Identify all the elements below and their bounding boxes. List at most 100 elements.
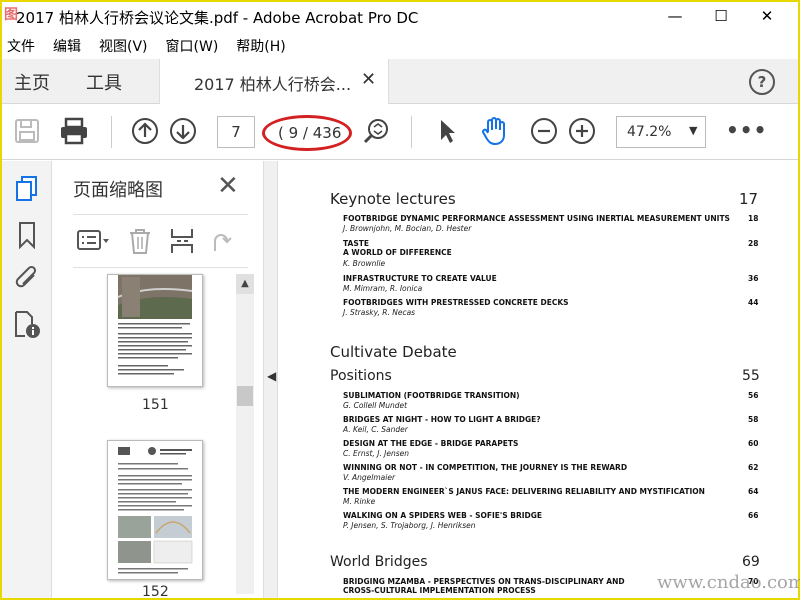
tab-bar: 主页 工具 2017 柏林人行桥会... ✕ ?: [2, 59, 798, 104]
chevron-left-icon: ◀: [267, 369, 277, 383]
entry-page: 18: [748, 214, 759, 223]
zoom-out-icon[interactable]: [529, 116, 559, 146]
entry-page: 28: [748, 239, 759, 248]
attachments-icon[interactable]: [11, 263, 43, 295]
next-page-icon[interactable]: [168, 116, 198, 146]
entry-authors: M. Mimram, R. Ionica: [343, 284, 423, 293]
tab-document[interactable]: 2017 柏林人行桥会... ✕: [159, 59, 389, 104]
help-icon[interactable]: ?: [749, 69, 775, 95]
entry-authors: J. Strasky, R. Necas: [343, 308, 416, 317]
hand-tool-icon[interactable]: [479, 116, 509, 146]
entry-title-line2: A WORLD OF DIFFERENCE: [343, 248, 452, 257]
select-cursor-icon[interactable]: [432, 116, 462, 146]
tab-home[interactable]: 主页: [14, 69, 50, 95]
entry-page: 58: [748, 415, 759, 424]
entry-page: 66: [748, 511, 759, 520]
close-window-button[interactable]: ✕: [744, 2, 790, 30]
maximize-button[interactable]: ☐: [698, 2, 744, 30]
page-thumbnail[interactable]: [107, 274, 203, 387]
section-page: 69: [742, 554, 760, 570]
entry-page: 44: [748, 298, 759, 307]
scrollbar-thumb[interactable]: [237, 386, 253, 406]
entry-page: 60: [748, 439, 759, 448]
section-page: 17: [739, 190, 759, 208]
rotate-page-icon[interactable]: [209, 229, 233, 259]
page-thumbnail-number: 152: [142, 584, 169, 600]
print-icon[interactable]: [59, 116, 89, 146]
entry-page: 36: [748, 274, 759, 283]
entry-title: TASTE: [343, 239, 369, 248]
scroll-up-arrow[interactable]: ▲: [236, 274, 254, 294]
menu-edit[interactable]: 编辑: [53, 36, 81, 56]
entry-authors: V. Angelmaier: [343, 473, 396, 482]
menu-view[interactable]: 视图(V): [99, 36, 148, 56]
zoom-in-icon[interactable]: [567, 116, 597, 146]
close-panel-icon[interactable]: ✕: [217, 171, 239, 201]
entry-authors: P. Jensen, S. Trojaborg, J. Henriksen: [343, 521, 476, 530]
tab-tools[interactable]: 工具: [86, 69, 122, 95]
document-info-icon[interactable]: [11, 309, 43, 341]
entry-title: FOOTBRIDGE DYNAMIC PERFORMANCE ASSESSMEN…: [343, 214, 730, 223]
menu-window[interactable]: 窗口(W): [166, 36, 219, 56]
close-tab-icon[interactable]: ✕: [361, 69, 376, 90]
window-title: 2017 柏林人行桥会议论文集.pdf - Adobe Acrobat Pro …: [16, 9, 419, 27]
entry-title: WALKING ON A SPIDERS WEB - SOFIE'S BRIDG…: [343, 511, 543, 520]
section-heading: World Bridges: [330, 554, 428, 570]
page-number-input[interactable]: 7: [217, 116, 255, 148]
toolbar-divider: [411, 116, 412, 148]
entry-authors: G. Collell Mundet: [343, 401, 408, 410]
entry-title: BRIDGES AT NIGHT - HOW TO LIGHT A BRIDGE…: [343, 415, 541, 424]
page-thumbnails-panel: 页面缩略图 ✕ 151 152 ▲: [53, 161, 264, 600]
entry-authors: K. Brownlie: [343, 259, 386, 268]
thumbnail-options-icon[interactable]: [77, 229, 111, 257]
page-thumbnail[interactable]: [107, 440, 203, 580]
site-watermark: www.cndao.com: [657, 572, 800, 593]
thumbnail-tools: [73, 214, 248, 268]
red-annotation-ellipse: [262, 115, 352, 151]
entry-title: SUBLIMATION (FOOTBRIDGE TRANSITION): [343, 391, 520, 400]
page-thumbnail-number: 151: [142, 397, 169, 413]
entry-title: FOOTBRIDGES WITH PRESTRESSED CONCRETE DE…: [343, 298, 569, 307]
entry-title-line2: CROSS-CULTURAL IMPLEMENTATION PROCESS: [343, 586, 536, 595]
entry-title: WINNING OR NOT - IN COMPETITION, THE JOU…: [343, 463, 628, 472]
thumbnail-scrollbar[interactable]: [236, 274, 254, 594]
minimize-button[interactable]: —: [652, 2, 698, 30]
panel-collapse-handle[interactable]: ◀: [264, 161, 278, 598]
section-heading: Keynote lectures: [330, 190, 456, 208]
zoom-level-value: 47.2%: [627, 124, 672, 140]
zoom-level-select[interactable]: 47.2% ▼: [616, 116, 706, 148]
entry-title: DESIGN AT THE EDGE - BRIDGE PARAPETS: [343, 439, 519, 448]
entry-title: THE MODERN ENGINEER`S JANUS FACE: DELIVE…: [343, 487, 705, 496]
entry-page: 62: [748, 463, 759, 472]
menu-help[interactable]: 帮助(H): [236, 36, 285, 56]
entry-authors: A. Keil, C. Sander: [343, 425, 408, 434]
subsection-heading: Positions: [330, 368, 392, 384]
panel-title: 页面缩略图: [73, 180, 163, 201]
entry-authors: C. Ernst, J. Jensen: [343, 449, 410, 458]
bookmarks-icon[interactable]: [11, 219, 43, 251]
zoom-search-icon[interactable]: [361, 116, 391, 146]
menu-bar: 文件 编辑 视图(V) 窗口(W) 帮助(H): [2, 33, 798, 59]
save-icon[interactable]: [12, 116, 42, 146]
chevron-down-icon: ▼: [689, 124, 698, 137]
menu-file[interactable]: 文件: [7, 36, 35, 56]
delete-page-icon[interactable]: [127, 227, 153, 259]
title-bar: 图 2017 柏林人行桥会议论文集.pdf - Adobe Acrobat Pr…: [2, 2, 798, 32]
page-thumbnails-icon[interactable]: [11, 173, 43, 205]
entry-title: INFRASTRUCTURE TO CREATE VALUE: [343, 274, 497, 283]
subsection-page: 55: [742, 368, 760, 384]
section-heading: Cultivate Debate: [330, 343, 457, 361]
more-tools-icon[interactable]: •••: [726, 118, 767, 142]
document-view[interactable]: Keynote lectures 17 FOOTBRIDGE DYNAMIC P…: [279, 161, 798, 598]
entry-title: BRIDGING MZAMBA - PERSPECTIVES ON TRANS-…: [343, 577, 625, 586]
entry-page: 56: [748, 391, 759, 400]
toolbar: 7 ( 9 / 436 ) 47.2% ▼ •••: [2, 104, 798, 160]
previous-page-icon[interactable]: [130, 116, 160, 146]
entry-authors: J. Brownjohn, M. Bocian, D. Hester: [343, 224, 472, 233]
navigation-rail: [2, 161, 52, 598]
insert-page-icon[interactable]: [169, 227, 195, 259]
document-tab-label: 2017 柏林人行桥会...: [194, 75, 352, 94]
entry-authors: M. Rinke: [343, 497, 376, 506]
toolbar-divider: [111, 116, 112, 148]
entry-page: 64: [748, 487, 759, 496]
